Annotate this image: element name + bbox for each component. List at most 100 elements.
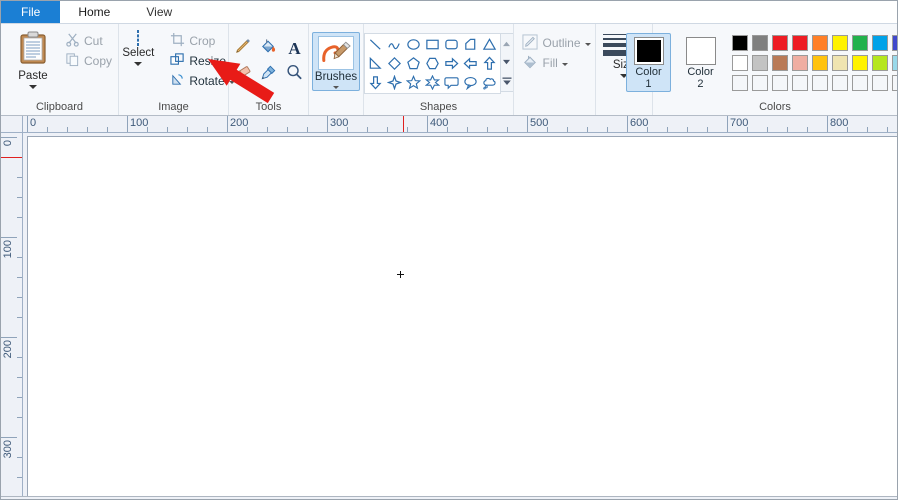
drawing-canvas[interactable] <box>27 136 897 499</box>
palette-swatch-2-7[interactable] <box>870 73 890 93</box>
palette-swatch-0-4[interactable] <box>810 33 830 53</box>
fill-with-color-tool-button[interactable] <box>256 35 282 61</box>
shapes-scrollbar[interactable] <box>500 33 514 92</box>
color-picker-tool-button[interactable] <box>256 61 282 87</box>
paste-dropdown-caret[interactable] <box>28 85 37 89</box>
ruler-tick-h <box>287 127 288 132</box>
scroll-down-icon[interactable] <box>501 53 513 72</box>
palette-swatch-1-6[interactable] <box>850 53 870 73</box>
color-2-button[interactable]: Color 2 <box>678 33 723 92</box>
expand-gallery-icon[interactable] <box>501 72 513 91</box>
ruler-tick-h <box>647 127 648 132</box>
shape-diamond[interactable] <box>385 54 404 73</box>
text-tool-button[interactable]: A <box>282 35 308 61</box>
colors-body: Color 1 Color 2 <box>620 24 897 100</box>
palette-swatch-0-3[interactable] <box>790 33 810 53</box>
palette-swatch-1-1[interactable] <box>750 53 770 73</box>
clipboard-group-title: Clipboard <box>35 101 84 113</box>
shape-polygon[interactable] <box>461 35 480 54</box>
palette-swatch-1-0[interactable] <box>730 53 750 73</box>
shape-up-arrow[interactable] <box>480 54 499 73</box>
palette-swatch-1-5[interactable] <box>830 53 850 73</box>
outline-fill-body: Outline Fill <box>514 24 594 100</box>
shape-down-arrow[interactable] <box>366 73 385 92</box>
shape-right-triangle[interactable] <box>366 54 385 73</box>
shape-triangle[interactable] <box>480 35 499 54</box>
brushes-button[interactable]: Brushes <box>312 32 360 91</box>
palette-swatch-2-8[interactable] <box>890 73 897 93</box>
shape-rounded-rectangle[interactable] <box>442 35 461 54</box>
palette-swatch-1-3[interactable] <box>790 53 810 73</box>
ruler-tick-h <box>27 116 28 132</box>
shape-four-point-star[interactable] <box>385 73 404 92</box>
color-picker-icon <box>259 63 278 85</box>
shape-right-arrow[interactable] <box>442 54 461 73</box>
magnifier-tool-button[interactable] <box>282 61 308 87</box>
colors-group-title: Colors <box>759 101 791 113</box>
tab-home[interactable]: Home <box>60 1 129 23</box>
shape-oval[interactable] <box>404 35 423 54</box>
tab-file[interactable]: File <box>1 1 61 23</box>
outline-button[interactable]: Outline <box>518 33 594 53</box>
select-label: Select <box>122 47 155 59</box>
shape-five-point-star[interactable] <box>404 73 423 92</box>
shape-pentagon[interactable] <box>404 54 423 73</box>
palette-swatch-0-5[interactable] <box>830 33 850 53</box>
outline-dropdown-caret[interactable] <box>584 43 591 46</box>
palette-swatch-1-7[interactable] <box>870 53 890 73</box>
palette-swatch-0-8[interactable] <box>890 33 897 53</box>
palette-swatch-1-4[interactable] <box>810 53 830 73</box>
ruler-tick-h <box>87 127 88 132</box>
ruler-tick-h <box>607 127 608 132</box>
ruler-tick-h <box>867 127 868 132</box>
palette-swatch-2-5[interactable] <box>830 73 850 93</box>
ruler-label-v: 300 <box>2 440 14 459</box>
palette-swatch-0-2[interactable] <box>770 33 790 53</box>
palette-swatch-0-1[interactable] <box>750 33 770 53</box>
shape-rounded-callout[interactable] <box>442 73 461 92</box>
color-1-button[interactable]: Color 1 <box>626 33 671 92</box>
horizontal-ruler[interactable]: 0 100 200 300 400 500 600 700 800 <box>23 116 897 133</box>
tab-view[interactable]: View <box>128 1 191 23</box>
size-group-title <box>596 100 652 115</box>
palette-swatch-0-7[interactable] <box>870 33 890 53</box>
shape-six-point-star[interactable] <box>423 73 442 92</box>
fill-button[interactable]: Fill <box>518 53 594 73</box>
palette-swatch-0-0[interactable] <box>730 33 750 53</box>
palette-swatch-1-8[interactable] <box>890 53 897 73</box>
color-palette[interactable] <box>730 33 897 93</box>
fill-dropdown-caret[interactable] <box>561 63 568 66</box>
shape-left-arrow[interactable] <box>461 54 480 73</box>
pencil-tool-button[interactable] <box>230 35 256 61</box>
select-dropdown-caret[interactable] <box>134 62 143 66</box>
palette-swatch-2-2[interactable] <box>770 73 790 93</box>
ruler-tick-v <box>17 377 22 378</box>
ruler-tick-v <box>1 137 17 138</box>
shape-curve[interactable] <box>385 35 404 54</box>
palette-swatch-0-6[interactable] <box>850 33 870 53</box>
ruler-tick-h <box>47 127 48 132</box>
paste-button[interactable]: Paste <box>7 29 59 89</box>
palette-swatch-2-3[interactable] <box>790 73 810 93</box>
shape-oval-callout[interactable] <box>461 73 480 92</box>
ruler-label-h: 100 <box>130 117 149 129</box>
shape-cloud-callout[interactable] <box>480 73 499 92</box>
scroll-up-icon[interactable] <box>501 34 513 53</box>
brushes-dropdown-caret[interactable] <box>333 86 339 89</box>
tools-group-title: Tools <box>255 101 282 113</box>
palette-swatch-2-4[interactable] <box>810 73 830 93</box>
palette-swatch-2-0[interactable] <box>730 73 750 93</box>
select-button[interactable]: Select <box>112 29 164 66</box>
shape-rectangle[interactable] <box>423 35 442 54</box>
palette-swatch-1-2[interactable] <box>770 53 790 73</box>
vertical-ruler[interactable]: 0 100 200 300 <box>1 133 23 499</box>
ruler-tick-h <box>687 127 688 132</box>
shape-hexagon[interactable] <box>423 54 442 73</box>
brushes-label: Brushes <box>314 71 358 83</box>
ruler-tick-v <box>17 477 22 478</box>
eraser-tool-button[interactable] <box>230 61 256 87</box>
palette-swatch-2-1[interactable] <box>750 73 770 93</box>
palette-swatch-2-6[interactable] <box>850 73 870 93</box>
shape-line[interactable] <box>366 35 385 54</box>
brushes-group-title <box>309 100 363 115</box>
